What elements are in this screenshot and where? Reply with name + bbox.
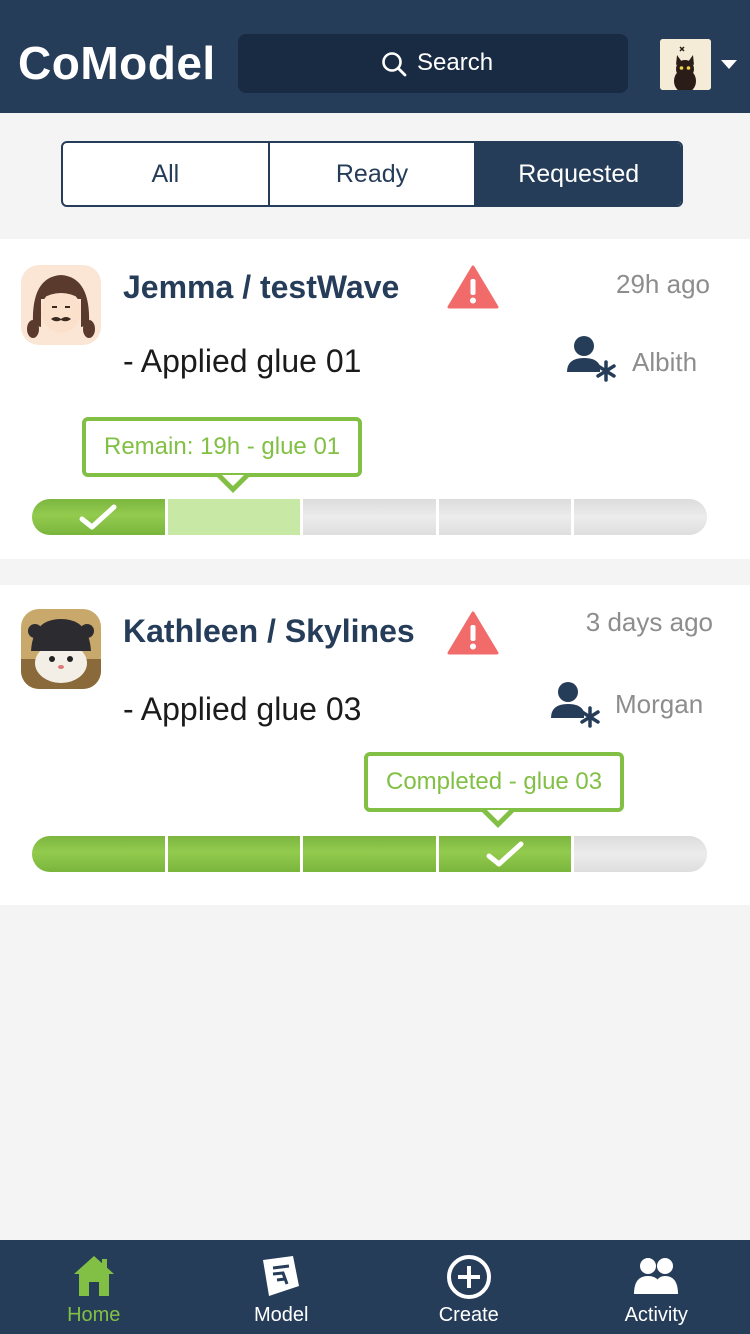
tab-all[interactable]: All <box>63 143 270 205</box>
user-avatar[interactable] <box>660 39 711 90</box>
progress-step <box>303 836 439 872</box>
progress-step <box>303 499 439 535</box>
nav-label: Activity <box>624 1304 688 1326</box>
card-description: - Applied glue 03 <box>123 691 362 727</box>
assignee-icon <box>551 682 600 728</box>
users-icon <box>634 1258 679 1294</box>
assignee-name: Morgan <box>615 689 704 719</box>
avatar <box>21 609 101 689</box>
nav-label: Create <box>438 1304 499 1326</box>
progress-step <box>438 836 575 872</box>
check-icon <box>79 504 117 530</box>
nav-home[interactable]: Home <box>0 1240 188 1334</box>
search-label: Search <box>417 49 494 76</box>
bubble-tail-inner <box>222 475 244 486</box>
progress-step <box>574 499 707 535</box>
search-box[interactable]: Search <box>238 34 628 93</box>
progress-bubble: Completed - glue 03 <box>364 752 625 812</box>
app-header: CoModel Search <box>0 0 750 113</box>
cat-hat-avatar-icon <box>21 609 101 689</box>
account-dropdown-caret[interactable] <box>721 60 737 69</box>
tab-requested[interactable]: Requested <box>476 143 681 205</box>
app-title: CoModel <box>18 37 216 89</box>
bottom-nav: Home Model Create Activity <box>0 1240 750 1334</box>
nav-label: Home <box>67 1304 121 1326</box>
nav-create[interactable]: Create <box>375 1240 563 1334</box>
warning-icon <box>447 265 499 309</box>
progress-bar <box>32 499 707 535</box>
nav-activity[interactable]: Activity <box>563 1240 750 1334</box>
bubble-tail-inner <box>487 810 509 821</box>
search-icon <box>382 52 407 77</box>
progress-step <box>32 836 168 872</box>
nav-label: Model <box>254 1304 309 1326</box>
progress-step <box>167 836 304 872</box>
progress-bubble: Remain: 19h - glue 01 <box>82 417 363 477</box>
progress-step <box>32 499 168 535</box>
model-icon <box>263 1256 300 1296</box>
card-time: 3 days ago <box>585 607 713 637</box>
check-icon <box>486 841 524 867</box>
warning-icon <box>447 611 499 655</box>
progress-bar <box>32 836 707 872</box>
progress-step <box>167 499 304 535</box>
progress-step <box>574 836 707 872</box>
cat-avatar-icon <box>660 39 711 90</box>
assignee-name: Albith <box>632 347 698 377</box>
card-time: 29h ago <box>616 269 710 299</box>
filter-tabs: All Ready Requested <box>61 141 683 207</box>
nav-model[interactable]: Model <box>188 1240 376 1334</box>
progress-step <box>438 499 575 535</box>
girl-avatar-icon <box>21 265 101 345</box>
card-description: - Applied glue 01 <box>123 343 362 379</box>
tab-ready[interactable]: Ready <box>270 143 477 205</box>
request-card[interactable]: Jemma / testWave 29h ago - Applied glue … <box>0 239 750 559</box>
avatar <box>21 265 101 345</box>
card-title: Jemma / testWave <box>123 269 400 305</box>
card-title: Kathleen / Skylines <box>123 613 415 649</box>
assignee-icon <box>567 336 616 382</box>
plus-circle-icon <box>446 1255 491 1299</box>
home-icon <box>73 1256 114 1296</box>
request-card[interactable]: Kathleen / Skylines 3 days ago - Applied… <box>0 585 750 905</box>
